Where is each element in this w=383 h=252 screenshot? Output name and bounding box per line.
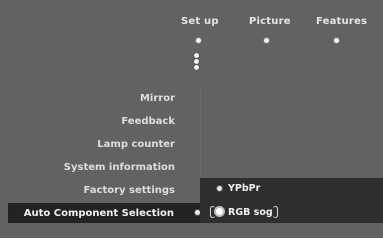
menu-item-auto-component-selection[interactable]: Auto Component Selection: [8, 203, 201, 223]
tab-features-indicator-icon: [333, 37, 340, 44]
option-ypbpr[interactable]: YPbPr: [228, 183, 260, 194]
radio-rgb-sog-selected-icon[interactable]: [214, 206, 225, 217]
menu-divider: [200, 85, 201, 178]
menu-item-lamp-counter[interactable]: Lamp counter: [97, 139, 175, 150]
menu-item-feedback[interactable]: Feedback: [121, 116, 175, 127]
tab-picture[interactable]: Picture: [249, 16, 291, 27]
tab-features[interactable]: Features: [316, 16, 367, 27]
submenu-panel: YPbPr RGB sog: [200, 178, 383, 223]
tab-set-up-indicator-icon: [195, 37, 202, 44]
menu-item-factory-settings[interactable]: Factory settings: [84, 185, 175, 196]
option-rgb-sog[interactable]: RGB sog: [228, 207, 273, 218]
menu-item-mirror[interactable]: Mirror: [140, 93, 175, 104]
selected-item-label: Auto Component Selection: [23, 208, 174, 219]
selection-bracket-right-icon: [273, 206, 278, 218]
scroll-up-indicator-icon: [193, 52, 201, 74]
osd-menu-screen: Set up Picture Features Mirror Feedback …: [0, 0, 383, 238]
tab-picture-indicator-icon: [263, 37, 270, 44]
radio-ypbpr-icon[interactable]: [216, 185, 223, 192]
menu-item-system-information[interactable]: System information: [64, 162, 175, 173]
tab-set-up[interactable]: Set up: [181, 16, 219, 27]
